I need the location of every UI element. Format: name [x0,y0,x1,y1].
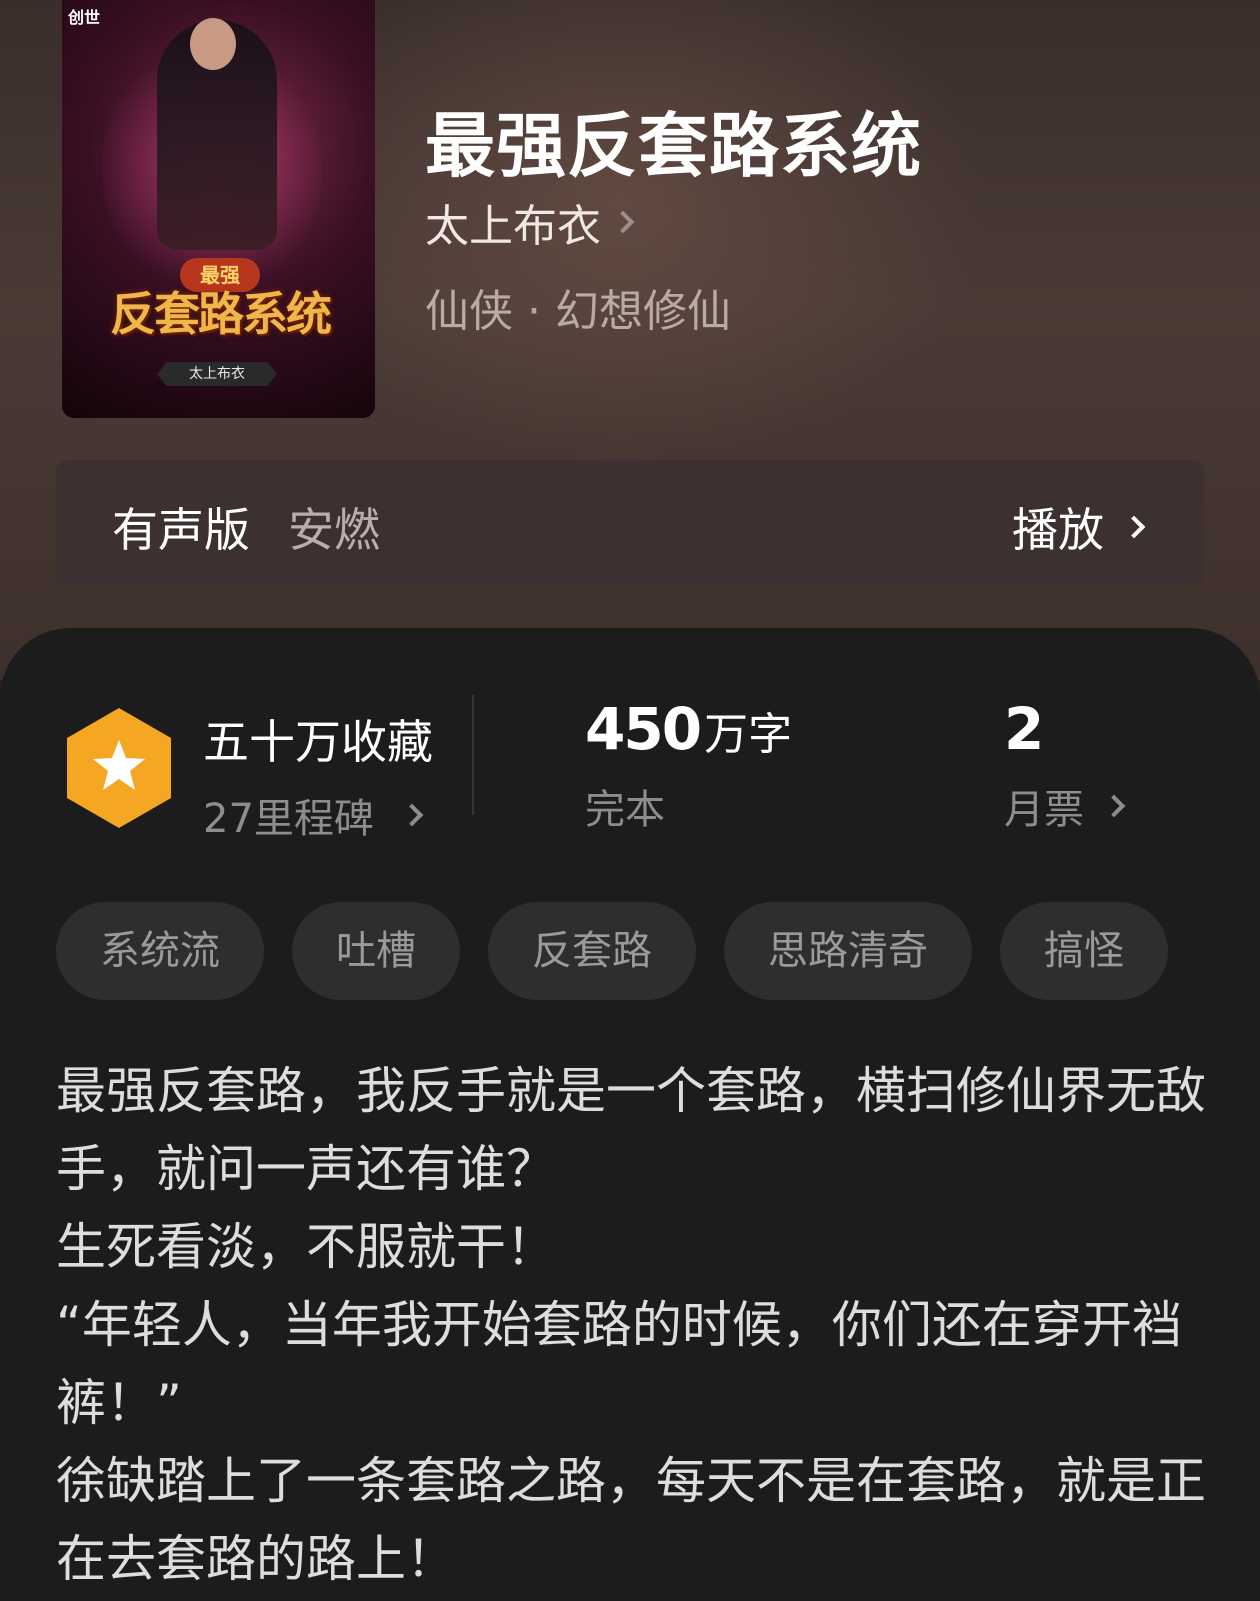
monthly-votes-count: 2 [1004,695,1044,763]
tag-chip[interactable]: 反套路 [488,902,696,1000]
tag-chip[interactable]: 吐槽 [292,902,460,1000]
tag-chip[interactable]: 系统流 [56,902,264,1000]
book-genre: 仙侠 · 幻想修仙 [425,286,731,337]
book-description[interactable]: 最强反套路，我反手就是一个套路，横扫修仙界无敌手，就问一声还有谁？ 生死看淡，不… [56,1052,1216,1598]
monthly-votes-label: 月票 [1004,787,1084,833]
book-cover[interactable]: 创世 最强 反套路系统 太上布衣 [62,0,375,418]
tag-chip[interactable]: 搞怪 [1000,902,1168,1000]
author-name: 太上布衣 [425,201,601,252]
audio-label: 有声版 [112,503,250,557]
play-button[interactable]: 播放 [1012,494,1146,560]
word-count-unit: 万字 [704,709,793,760]
description-paragraph: “年轻人，当年我开始套路的时候，你们还在穿开裆裤！” [56,1296,1182,1432]
tag-chip[interactable]: 思路清奇 [724,902,972,1000]
star-badge-icon [67,708,171,828]
cover-figure-head [190,18,236,70]
play-label: 播放 [1012,503,1104,557]
collections-count: 五十万收藏 [203,715,433,769]
audio-edition-bar[interactable]: 有声版 安燃 播放 [56,460,1204,586]
word-count-stat: 450万字 完本 [585,695,792,835]
description-paragraph: 徐缺踏上了一条套路之路，每天不是在套路，就是正在去套路的路上！ [56,1452,1206,1588]
chevron-right-icon [1102,794,1126,818]
collections-stat[interactable]: 五十万收藏 27里程碑 [203,706,433,844]
word-count-number: 450 [585,695,702,763]
stat-divider [472,695,474,815]
milestones-count: 27里程碑 [203,796,374,842]
cover-author-strip: 太上布衣 [157,362,277,386]
description-paragraph: 生死看淡，不服就干！ [56,1218,556,1276]
chevron-right-icon [1122,515,1146,539]
description-paragraph: 最强反套路，我反手就是一个套路，横扫修仙界无敌手，就问一声还有谁？ [56,1062,1206,1198]
cover-publisher-logo: 创世 [68,8,101,27]
completion-status: 完本 [585,787,665,833]
monthly-votes-stat[interactable]: 2 月票 [1004,695,1126,835]
chevron-right-icon [611,210,635,234]
chevron-right-icon [400,803,424,827]
cover-title-art: 反套路系统 [110,287,332,341]
tag-list: 系统流 吐槽 反套路 思路清奇 搞怪 [56,902,1168,1000]
audio-narrator: 安燃 [288,503,380,557]
book-title: 最强反套路系统 [425,104,922,187]
author-link[interactable]: 太上布衣 [425,190,635,254]
